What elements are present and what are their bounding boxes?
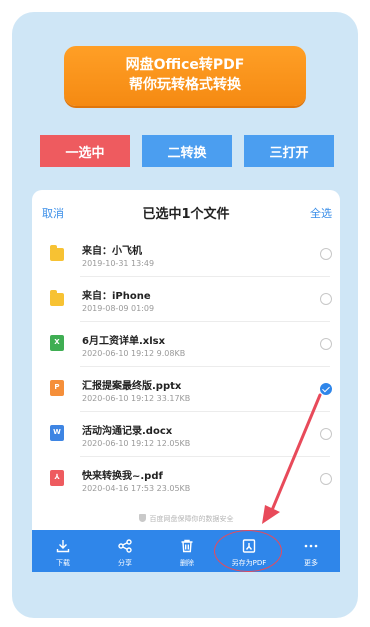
file-meta: 2020-06-10 19:12 12.05KB bbox=[82, 439, 191, 448]
icon-letter: X bbox=[54, 338, 60, 346]
share-button[interactable]: 分享 bbox=[100, 530, 150, 572]
file-row[interactable]: W 活动沟通记录.docx 2020-06-10 19:12 12.05KB bbox=[32, 412, 340, 457]
file-meta: 2020-04-16 17:53 23.05KB bbox=[82, 484, 191, 493]
selection-title: 已选中1个文件 bbox=[142, 207, 230, 222]
step-open: 三打开 bbox=[244, 135, 334, 167]
file-row[interactable]: 来自：iPhone 2019-08-09 01:09 bbox=[32, 277, 340, 322]
select-radio[interactable] bbox=[320, 338, 332, 350]
download-label: 下载 bbox=[56, 559, 70, 567]
folder-icon bbox=[50, 245, 64, 261]
file-name: 活动沟通记录.docx bbox=[82, 426, 173, 437]
file-row[interactable]: ⅄ 快来转换我~.pdf 2020-04-16 17:53 23.05KB bbox=[32, 457, 340, 502]
more-button[interactable]: 更多 bbox=[286, 530, 336, 572]
delete-button[interactable]: 删除 bbox=[162, 530, 212, 572]
selection-header: 取消 已选中1个文件 全选 bbox=[32, 190, 340, 232]
word-file-icon: W bbox=[50, 425, 64, 441]
powerpoint-file-icon: P bbox=[50, 380, 64, 396]
file-name: 快来转换我~.pdf bbox=[82, 471, 163, 482]
download-icon bbox=[56, 540, 70, 553]
file-name: 汇报提案最终版.pptx bbox=[82, 381, 182, 392]
delete-label: 删除 bbox=[180, 559, 194, 567]
share-label: 分享 bbox=[118, 559, 132, 567]
more-label: 更多 bbox=[304, 559, 318, 567]
file-meta: 2020-06-10 19:12 33.17KB bbox=[82, 394, 191, 403]
excel-file-icon: X bbox=[50, 335, 64, 351]
select-all-button[interactable]: 全选 bbox=[310, 205, 332, 221]
file-row[interactable]: P 汇报提案最终版.pptx 2020-06-10 19:12 33.17KB bbox=[32, 367, 340, 412]
safety-notice: 百度网盘保障你的数据安全 bbox=[32, 514, 340, 524]
step-convert: 二转换 bbox=[142, 135, 232, 167]
icon-letter: W bbox=[53, 428, 61, 436]
file-selection-panel: 取消 已选中1个文件 全选 来自：小飞机 2019-10-31 13:49 来自… bbox=[32, 190, 340, 572]
steps-row: 一选中 二转换 三打开 bbox=[40, 135, 334, 167]
select-radio[interactable] bbox=[320, 473, 332, 485]
trash-icon bbox=[181, 539, 193, 553]
banner-line-2: 帮你玩转格式转换 bbox=[129, 77, 241, 93]
file-meta: 2020-06-10 19:12 9.08KB bbox=[82, 349, 186, 358]
file-name: 来自：iPhone bbox=[82, 291, 151, 302]
icon-letter: ⅄ bbox=[54, 473, 60, 481]
shield-icon bbox=[138, 514, 146, 522]
select-radio[interactable] bbox=[320, 248, 332, 260]
select-radio-checked[interactable] bbox=[320, 383, 332, 395]
select-radio[interactable] bbox=[320, 293, 332, 305]
pdf-file-icon: ⅄ bbox=[50, 470, 64, 486]
file-meta: 2019-08-09 01:09 bbox=[82, 304, 155, 313]
file-name: 6月工资详单.xlsx bbox=[82, 336, 166, 347]
safety-text: 百度网盘保障你的数据安全 bbox=[149, 515, 234, 523]
folder-icon bbox=[50, 290, 64, 306]
highlight-circle bbox=[214, 530, 282, 572]
file-row[interactable]: 来自：小飞机 2019-10-31 13:49 bbox=[32, 232, 340, 277]
file-name: 来自：小飞机 bbox=[82, 246, 142, 257]
step-select: 一选中 bbox=[40, 135, 130, 167]
icon-letter: P bbox=[54, 383, 60, 391]
download-button[interactable]: 下载 bbox=[38, 530, 88, 572]
file-row[interactable]: X 6月工资详单.xlsx 2020-06-10 19:12 9.08KB bbox=[32, 322, 340, 367]
promo-banner: 网盘Office转PDF 帮你玩转格式转换 bbox=[64, 46, 306, 106]
share-icon bbox=[118, 539, 132, 553]
banner-line-1: 网盘Office转PDF bbox=[125, 57, 245, 73]
select-radio[interactable] bbox=[320, 428, 332, 440]
more-icon bbox=[304, 544, 318, 548]
action-toolbar: 下载 分享 删除 另存为PDF 更多 bbox=[32, 530, 340, 572]
file-meta: 2019-10-31 13:49 bbox=[82, 259, 155, 268]
